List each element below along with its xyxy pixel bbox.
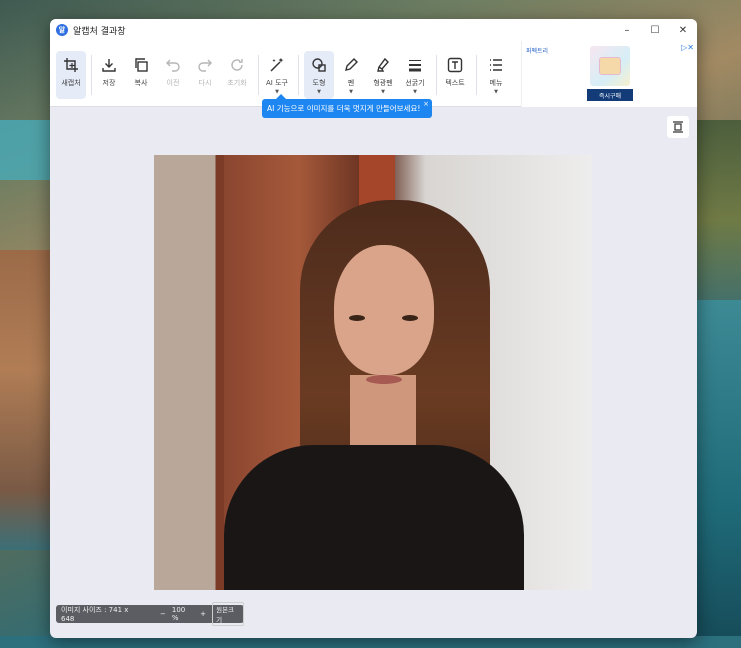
desktop-background-water-left xyxy=(0,120,50,180)
desktop-background-rocks xyxy=(0,250,50,550)
save-button[interactable]: 저장 xyxy=(94,51,124,99)
download-icon xyxy=(102,59,116,72)
image-size-text: 이미지 사이즈 : 741 x 648 xyxy=(61,606,129,623)
ai-tools-button[interactable]: AI 도구 ▼ xyxy=(262,51,292,99)
copy-icon xyxy=(135,58,148,72)
undo-label: 이전 xyxy=(166,79,180,87)
zoom-level: 100 % xyxy=(171,606,186,622)
ad-choices-close-icon[interactable]: ▷✕ xyxy=(681,43,694,52)
app-logo-icon: 알 xyxy=(56,24,68,36)
pen-button[interactable]: 펜 ▼ xyxy=(336,51,366,99)
reset-button[interactable]: 초기화 xyxy=(222,51,252,99)
menu-button[interactable]: 메뉴 ▼ xyxy=(481,51,511,99)
menu-label: 메뉴 xyxy=(489,79,503,87)
shape-button[interactable]: 도형 ▼ xyxy=(304,51,334,99)
toolbar-divider xyxy=(476,55,477,95)
tooltip-text: AI 기능으로 이미지를 더욱 멋지게 만들어보세요! xyxy=(267,104,421,113)
highlighter-label: 형광펜 xyxy=(373,79,393,87)
pen-label: 펜 xyxy=(347,79,355,87)
close-button[interactable]: ✕ xyxy=(669,19,697,41)
capture-result-window: 알 알캡처 결과창 – ☐ ✕ 새캡처 저장 복사 이전 다시 초기화 AI 도… xyxy=(50,19,697,638)
ai-tools-label: AI 도구 xyxy=(266,79,288,87)
woman-mouth xyxy=(366,375,402,384)
minimize-button[interactable]: – xyxy=(613,19,641,41)
ad-brand-text: 퍼펙트리 xyxy=(526,48,549,55)
window-title: 알캡처 결과창 xyxy=(73,26,126,37)
desktop-background-hill xyxy=(697,120,741,320)
toolbar-divider xyxy=(298,55,299,95)
redo-icon xyxy=(198,59,212,72)
reset-icon xyxy=(231,59,243,71)
new-capture-label: 새캡처 xyxy=(61,79,81,87)
woman-face xyxy=(334,245,434,375)
undo-button[interactable]: 이전 xyxy=(158,51,188,99)
shape-label: 도형 xyxy=(312,79,326,87)
pen-icon xyxy=(345,58,358,71)
ad-product-image[interactable] xyxy=(590,46,630,86)
highlighter-icon xyxy=(377,57,389,72)
status-bar: 이미지 사이즈 : 741 x 648 − 100 % + 원본크기 xyxy=(56,602,244,626)
shape-icon xyxy=(312,58,326,72)
highlighter-button[interactable]: 형광펜 ▼ xyxy=(368,51,398,99)
reset-label: 초기화 xyxy=(227,79,247,87)
original-size-button[interactable]: 원본크기 xyxy=(212,602,244,626)
woman-black-top xyxy=(224,445,524,590)
copy-button[interactable]: 복사 xyxy=(126,51,156,99)
captured-image xyxy=(154,155,592,590)
magic-wand-icon xyxy=(270,58,284,72)
new-capture-button[interactable]: 새캡처 xyxy=(56,51,86,99)
toolbar-divider xyxy=(436,55,437,95)
undo-icon xyxy=(166,59,180,72)
title-bar: 알 알캡처 결과창 – ☐ ✕ xyxy=(50,19,697,41)
line-weight-label: 선굵기 xyxy=(405,79,425,87)
woman-neck xyxy=(350,375,416,455)
chevron-down-icon: ▼ xyxy=(349,89,353,95)
woman-right-eye xyxy=(402,315,418,321)
line-weight-button[interactable]: 선굵기 ▼ xyxy=(400,51,430,99)
text-label: 텍스트 xyxy=(445,79,465,87)
advertisement-banner[interactable]: 퍼펙트리 즉시구매 ▷✕ xyxy=(521,41,697,107)
zoom-out-button[interactable]: − xyxy=(158,610,168,618)
window-controls: – ☐ ✕ xyxy=(613,19,697,41)
product-package-icon xyxy=(599,57,621,75)
woman-left-eye xyxy=(349,315,365,321)
ai-feature-tooltip: AI 기능으로 이미지를 더욱 멋지게 만들어보세요! × xyxy=(262,94,432,118)
tooltip-close-icon[interactable]: × xyxy=(423,100,429,108)
fit-window-icon xyxy=(673,121,683,133)
ad-buy-button[interactable]: 즉시구매 xyxy=(587,89,633,101)
maximize-button[interactable]: ☐ xyxy=(641,19,669,41)
save-label: 저장 xyxy=(102,79,116,87)
chevron-down-icon: ▼ xyxy=(317,89,321,95)
toolbar-divider xyxy=(91,55,92,95)
redo-label: 다시 xyxy=(198,79,212,87)
desktop-background-water-right xyxy=(697,300,741,648)
toolbar-divider xyxy=(258,55,259,95)
text-icon xyxy=(447,57,463,73)
chevron-down-icon: ▼ xyxy=(413,89,417,95)
toolbar: 새캡처 저장 복사 이전 다시 초기화 AI 도구 ▼ 도형 ▼ 펜 ▼ 형광펜… xyxy=(50,41,697,107)
chevron-down-icon: ▼ xyxy=(494,89,498,95)
chevron-down-icon: ▼ xyxy=(381,89,385,95)
crop-icon xyxy=(64,58,78,72)
fit-to-window-button[interactable] xyxy=(667,116,689,138)
copy-label: 복사 xyxy=(134,79,148,87)
text-button[interactable]: 텍스트 xyxy=(440,51,470,99)
line-weight-icon xyxy=(409,60,421,72)
zoom-in-button[interactable]: + xyxy=(198,610,208,618)
redo-button[interactable]: 다시 xyxy=(190,51,220,99)
menu-list-icon xyxy=(490,59,502,71)
